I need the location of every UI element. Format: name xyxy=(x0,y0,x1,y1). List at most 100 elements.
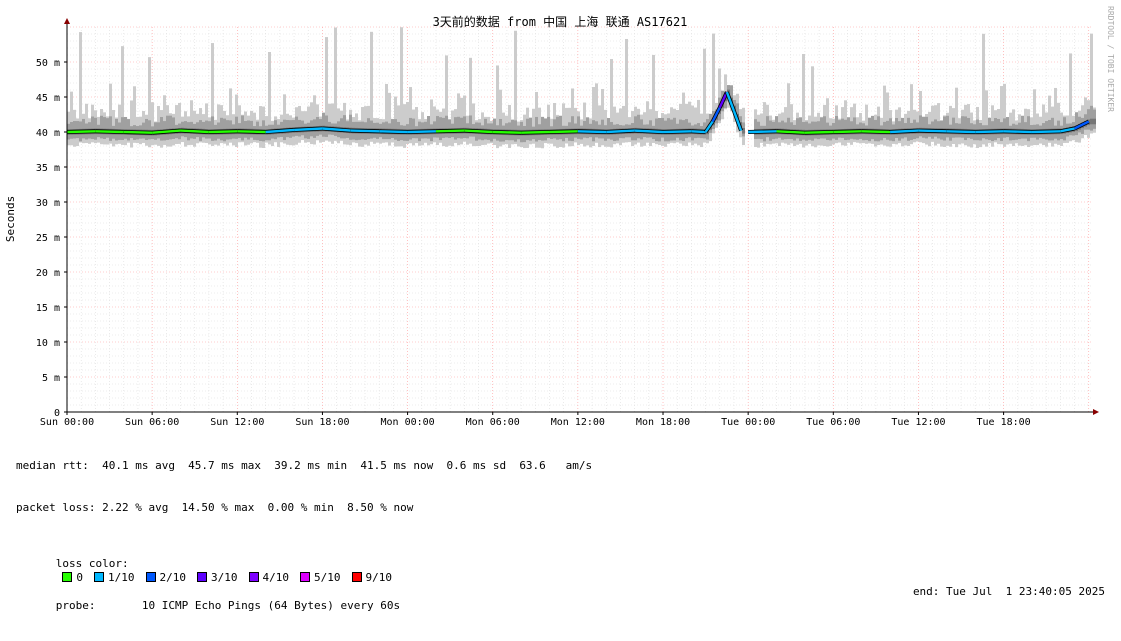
median-segment xyxy=(833,130,862,134)
median-segment xyxy=(1031,130,1061,134)
smoke-bar-mid xyxy=(901,117,904,139)
y-axis-arrow xyxy=(64,18,70,24)
smoke-bar-mid xyxy=(553,119,556,139)
probe-text: probe: 10 ICMP Echo Pings (64 Bytes) eve… xyxy=(55,599,401,612)
smoke-bar-mid xyxy=(145,118,148,141)
median-segment xyxy=(237,130,266,134)
smoke-bar-mid xyxy=(841,118,844,138)
median-segment xyxy=(492,130,522,134)
x-tick-labels: Sun 00:00 Sun 06:00 Sun 12:00 Sun 18:00 Mon … xyxy=(40,412,1031,428)
median-segment xyxy=(521,130,550,134)
smoke-bar-mid xyxy=(106,118,109,138)
x-tick-label: Sun 06:00 xyxy=(125,417,179,428)
smokeping-chart: 0 5 m 10 m 15 m 20 m 25 m 30 m 35 m 40 m 45 m 50 m… xyxy=(0,0,1121,612)
smoke-bar-mid xyxy=(823,116,826,139)
smoke-bar-mid xyxy=(796,118,799,139)
y-tick-label: 50 m xyxy=(36,58,60,69)
y-tick-labels: 05 m10 m15 m20 m25 m30 m35 m40 m45 m50 m xyxy=(36,58,67,419)
y-tick-label: 15 m xyxy=(36,303,60,314)
median-segment xyxy=(776,130,805,134)
median-segment xyxy=(1003,130,1033,134)
smoke-bar-dark xyxy=(1093,118,1096,125)
loss-color-swatch xyxy=(94,572,104,582)
smoke-bar-mid xyxy=(871,115,874,140)
smoke-bar-mid xyxy=(235,116,238,139)
rrdtool-watermark: RRDTOOL / TOBI OETIKER xyxy=(1106,6,1115,112)
legend-loss-row: packet loss: 2.22 % avg 14.50 % max 0.00… xyxy=(16,501,414,514)
y-tick-label: 35 m xyxy=(36,163,60,174)
x-tick-label: Mon 06:00 xyxy=(466,417,520,428)
median-segment xyxy=(890,129,919,134)
smoke-bar-mid xyxy=(571,116,574,142)
x-tick-label: Tue 18:00 xyxy=(977,417,1031,428)
y-tick-label: 25 m xyxy=(36,233,60,244)
smoke-bar-mid xyxy=(349,114,352,140)
smoke-bar-mid xyxy=(787,117,790,139)
loss-color-value: 2/10 xyxy=(159,571,187,584)
smoke-bar-mid xyxy=(343,115,346,139)
loss-color-item: 5/10 xyxy=(300,571,341,584)
x-axis-arrow xyxy=(1093,409,1099,415)
x-tick-label: Mon 12:00 xyxy=(551,417,605,428)
smoke-bar-mid xyxy=(934,119,937,137)
y-tick-label: 45 m xyxy=(36,93,60,104)
loss-color-label: loss color: xyxy=(55,557,129,570)
smoke-bar-mid xyxy=(463,116,466,139)
smoke-bar-mid xyxy=(91,116,94,139)
legend-probe-row: probe: 10 ICMP Echo Pings (64 Bytes) eve… xyxy=(16,585,1111,612)
loss-color-value: 0 xyxy=(76,571,83,584)
smoke-bar-mid xyxy=(445,115,448,138)
smoke-bar-mid xyxy=(124,116,127,139)
loss-color-value: 4/10 xyxy=(262,571,290,584)
smoke-bar-mid xyxy=(988,117,991,140)
median-segment xyxy=(123,130,153,134)
median-segment xyxy=(691,130,706,134)
smoke-bar-mid xyxy=(529,117,532,141)
median-segment xyxy=(861,130,891,134)
loss-color-value: 9/10 xyxy=(365,571,393,584)
smoke-bar-mid xyxy=(601,119,604,139)
median-segment xyxy=(407,130,436,134)
median-segment xyxy=(804,130,834,134)
smoke-bar-mid xyxy=(835,116,838,140)
median-segment xyxy=(66,130,96,134)
y-tick-label: 20 m xyxy=(36,268,60,279)
y-tick-label: 30 m xyxy=(36,198,60,209)
smoke-bar-mid xyxy=(211,116,214,141)
median-segment xyxy=(464,129,493,134)
smoke-bar-mid xyxy=(577,116,580,139)
x-tick-label: Sun 18:00 xyxy=(295,417,349,428)
median-segment xyxy=(293,127,323,132)
median-segment xyxy=(662,130,692,134)
median-segment xyxy=(577,130,607,134)
smoke-bar-mid xyxy=(103,117,106,139)
y-tick-label: 10 m xyxy=(36,338,60,349)
loss-color-swatch xyxy=(145,572,156,582)
smoke-bar-mid xyxy=(799,117,802,141)
smoke-bar-mid xyxy=(295,116,298,136)
loss-color-item: 3/10 xyxy=(197,571,238,584)
median-segment xyxy=(975,130,1004,134)
smoke-bar-mid xyxy=(121,117,124,140)
smoke-bar-mid xyxy=(436,116,439,138)
smoke-bar-mid xyxy=(847,117,850,140)
smoke-bar-mid xyxy=(100,115,103,139)
smoke-bar-mid xyxy=(442,117,445,138)
median-segment xyxy=(435,129,465,133)
smoke-bar-mid xyxy=(160,117,163,141)
loss-color-value: 3/10 xyxy=(211,571,238,584)
y-tick-label: 40 m xyxy=(36,128,60,139)
smoke-bar-light xyxy=(697,99,700,146)
smoke-bar-mid xyxy=(637,114,640,139)
smoke-bar-light xyxy=(565,107,568,144)
smoke-bar-mid xyxy=(877,116,880,142)
legend: median rtt: 40.1 ms avg 45.7 ms max 39.2… xyxy=(16,431,1111,627)
x-tick-label: Tue 06:00 xyxy=(806,417,860,428)
legend-rtt-row: median rtt: 40.1 ms avg 45.7 ms max 39.2… xyxy=(16,459,593,472)
loss-color-item: 0 xyxy=(56,571,83,584)
smoke-bar-mid xyxy=(946,115,949,138)
median-segment xyxy=(208,130,238,134)
end-time: end: Tue Jul 1 23:40:05 2025 xyxy=(912,585,1105,598)
smoke-bar-mid xyxy=(964,116,967,141)
smoke-bar-mid xyxy=(685,119,688,139)
